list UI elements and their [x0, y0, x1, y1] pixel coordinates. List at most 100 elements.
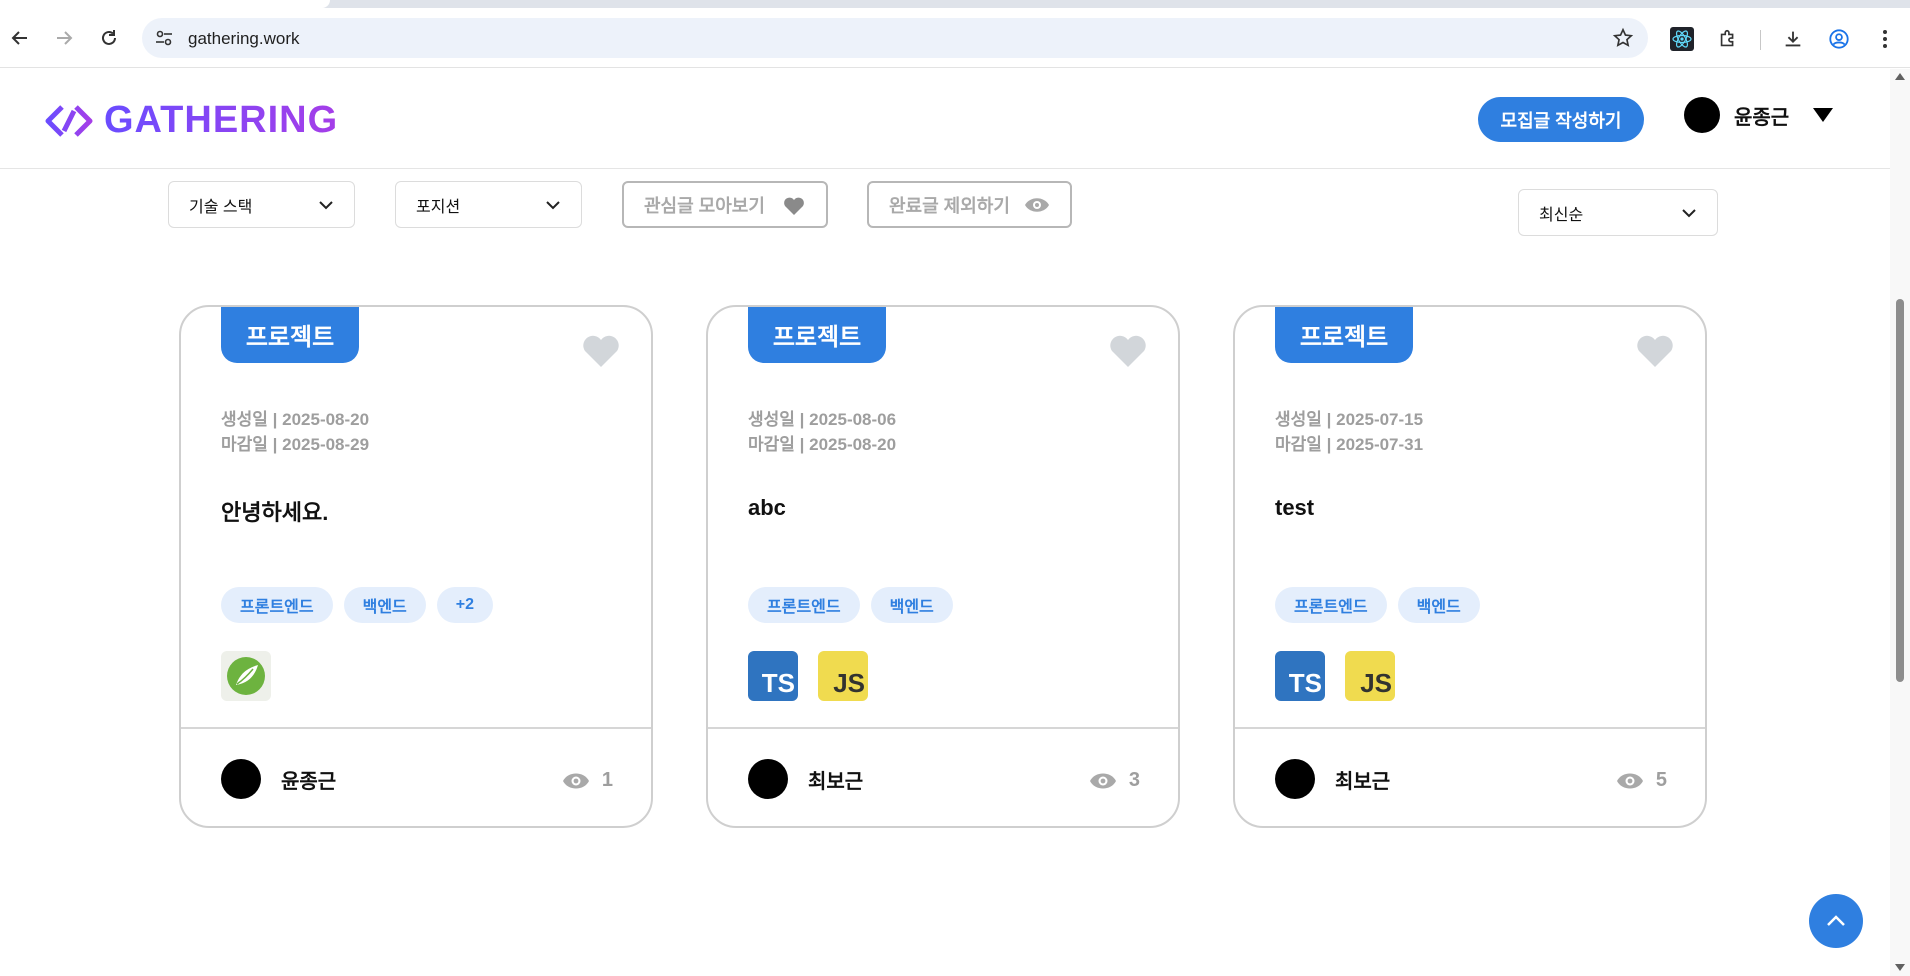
- tech-stack-select[interactable]: 기술 스택: [168, 181, 355, 228]
- tag: 백엔드: [1397, 587, 1480, 623]
- heart-icon[interactable]: [581, 333, 621, 369]
- eye-icon: [1616, 773, 1643, 788]
- user-menu[interactable]: 윤종근: [1684, 97, 1834, 133]
- chevron-down-icon: [319, 200, 333, 209]
- post-dates: 생성일 | 2025-08-06 마감일 | 2025-08-20: [748, 407, 896, 457]
- logo[interactable]: GATHERING: [44, 99, 338, 142]
- avatar: [1684, 97, 1720, 133]
- page-scrollbar[interactable]: [1890, 69, 1910, 976]
- tag: 백엔드: [343, 587, 426, 623]
- position-tags: 프론트엔드 백엔드: [1275, 587, 1480, 623]
- tech-stack-icons: TS JS: [748, 651, 868, 701]
- chevron-up-icon: [1827, 915, 1845, 926]
- tech-stack-icons: [221, 651, 271, 701]
- position-label: 포지션: [416, 198, 461, 216]
- tag: 백엔드: [870, 587, 953, 623]
- position-select[interactable]: 포지션: [395, 181, 582, 228]
- caret-down-icon[interactable]: [1813, 108, 1834, 122]
- browser-toolbar: gathering.work: [0, 8, 1910, 68]
- tag: 프론트엔드: [1275, 587, 1387, 623]
- deadline-date: 마감일 | 2025-07-31: [1275, 435, 1424, 454]
- deadline-date: 마감일 | 2025-08-20: [748, 435, 897, 454]
- write-post-button[interactable]: 모집글 작성하기: [1478, 97, 1644, 142]
- post-title: test: [1275, 495, 1315, 520]
- view-count: 5: [1616, 769, 1667, 792]
- address-bar[interactable]: gathering.work: [142, 18, 1648, 58]
- author-name: 최보근: [808, 770, 864, 793]
- site-info-icon[interactable]: [154, 28, 174, 48]
- heart-icon[interactable]: [1635, 333, 1675, 369]
- category-badge: 프로젝트: [748, 307, 886, 363]
- author: 최보근: [748, 759, 863, 799]
- tag: 프론트엔드: [221, 587, 333, 623]
- card-divider: [1235, 727, 1705, 729]
- heart-icon[interactable]: [1108, 333, 1148, 369]
- back-icon[interactable]: [8, 26, 32, 50]
- position-tags: 프론트엔드 백엔드 +2: [221, 587, 494, 623]
- tech-stack-label: 기술 스택: [189, 198, 253, 216]
- javascript-icon: JS: [818, 651, 868, 701]
- scroll-thumb[interactable]: [1896, 299, 1904, 682]
- author: 최보근: [1275, 759, 1390, 799]
- tag: 프론트엔드: [748, 587, 860, 623]
- category-badge: 프로젝트: [1275, 307, 1413, 363]
- favorites-label: 관심글 모아보기: [644, 195, 765, 216]
- created-date: 생성일 | 2025-08-06: [748, 410, 897, 429]
- page-content: GATHERING 모집글 작성하기 윤종근 기술 스택 포지션 관심글 모아보…: [0, 69, 1890, 976]
- author-name: 윤종근: [281, 770, 337, 793]
- avatar: [221, 759, 261, 799]
- scroll-down-arrow[interactable]: [1895, 964, 1905, 971]
- profile-icon[interactable]: [1826, 26, 1852, 52]
- eye-icon: [1089, 773, 1116, 788]
- forward-icon[interactable]: [52, 26, 76, 50]
- bookmark-star-icon[interactable]: [1612, 27, 1634, 49]
- post-card[interactable]: 프로젝트 생성일 | 2025-07-15 마감일 | 2025-07-31 t…: [1233, 305, 1707, 828]
- post-dates: 생성일 | 2025-08-20 마감일 | 2025-08-29: [221, 407, 369, 457]
- menu-kebab-icon[interactable]: [1872, 26, 1898, 52]
- sort-label: 최신순: [1539, 206, 1584, 224]
- favorites-toggle[interactable]: 관심글 모아보기: [622, 181, 828, 228]
- card-divider: [708, 727, 1178, 729]
- eye-icon: [1025, 197, 1049, 212]
- category-badge: 프로젝트: [221, 307, 359, 363]
- tech-stack-icons: TS JS: [1275, 651, 1395, 701]
- author: 윤종근: [221, 759, 336, 799]
- typescript-icon: TS: [748, 651, 798, 701]
- position-tags: 프론트엔드 백엔드: [748, 587, 953, 623]
- post-card[interactable]: 프로젝트 생성일 | 2025-08-20 마감일 | 2025-08-29 안…: [179, 305, 653, 828]
- post-card[interactable]: 프로젝트 생성일 | 2025-08-06 마감일 | 2025-08-20 a…: [706, 305, 1180, 828]
- react-devtools-icon[interactable]: [1669, 26, 1695, 52]
- post-title: abc: [748, 495, 786, 520]
- eye-icon: [562, 773, 589, 788]
- toolbar-separator: [1760, 30, 1761, 50]
- sort-select[interactable]: 최신순: [1518, 189, 1718, 236]
- javascript-icon: JS: [1345, 651, 1395, 701]
- view-number: 3: [1128, 769, 1140, 791]
- avatar: [748, 759, 788, 799]
- scroll-to-top-button[interactable]: [1809, 894, 1863, 948]
- site-header: GATHERING 모집글 작성하기 윤종근: [0, 69, 1890, 169]
- scroll-up-arrow[interactable]: [1895, 73, 1905, 80]
- download-icon[interactable]: [1780, 26, 1806, 52]
- chevron-down-icon: [546, 200, 560, 209]
- tag: +2: [436, 587, 494, 623]
- author-name: 최보근: [1335, 770, 1391, 793]
- view-number: 5: [1655, 769, 1667, 791]
- deadline-date: 마감일 | 2025-08-29: [221, 435, 370, 454]
- heart-icon: [784, 197, 804, 215]
- post-dates: 생성일 | 2025-07-15 마감일 | 2025-07-31: [1275, 407, 1423, 457]
- view-count: 3: [1089, 769, 1140, 792]
- exclude-done-toggle[interactable]: 완료글 제외하기: [867, 181, 1072, 228]
- url-text[interactable]: gathering.work: [188, 29, 300, 49]
- active-tab[interactable]: [0, 0, 330, 8]
- logo-text: GATHERING: [104, 99, 339, 141]
- created-date: 생성일 | 2025-07-15: [1275, 410, 1424, 429]
- post-title: 안녕하세요.: [221, 500, 329, 525]
- typescript-icon: TS: [1275, 651, 1325, 701]
- reload-icon[interactable]: [97, 26, 121, 50]
- created-date: 생성일 | 2025-08-20: [221, 410, 370, 429]
- avatar: [1275, 759, 1315, 799]
- extensions-icon[interactable]: [1715, 26, 1741, 52]
- exclude-done-label: 완료글 제외하기: [889, 195, 1010, 216]
- user-name: 윤종근: [1734, 106, 1790, 129]
